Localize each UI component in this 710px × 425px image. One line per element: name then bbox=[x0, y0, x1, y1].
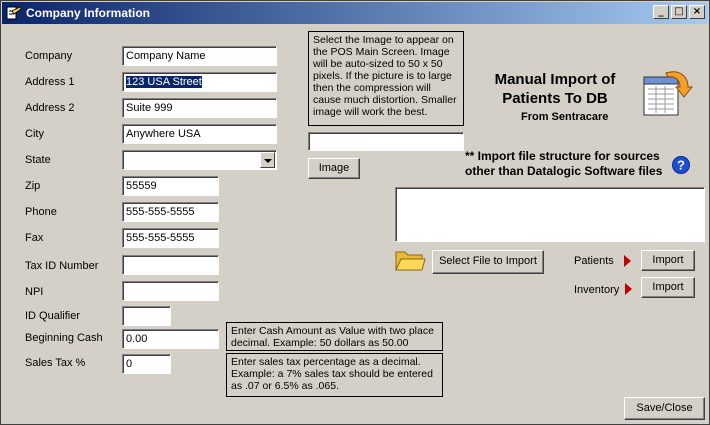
phone-label: Phone bbox=[25, 206, 57, 218]
address1-label: Address 1 bbox=[25, 76, 75, 88]
save-close-button[interactable]: Save/Close bbox=[624, 397, 705, 420]
import-heading-line2: Patients To DB bbox=[502, 90, 608, 107]
city-label: City bbox=[25, 128, 44, 140]
import-file-textarea[interactable] bbox=[395, 187, 705, 242]
id-qualifier-input[interactable] bbox=[122, 306, 171, 326]
inventory-arrow-icon bbox=[625, 283, 632, 295]
beginning-cash-label: Beginning Cash bbox=[25, 332, 103, 344]
structure-note-line2: other than Datalogic Software files bbox=[465, 164, 663, 178]
help-icon[interactable]: ? bbox=[672, 156, 690, 174]
import-heading: Manual Import of Patients To DB bbox=[489, 70, 621, 108]
minimize-button[interactable]: _ bbox=[653, 5, 669, 19]
svg-text:?: ? bbox=[677, 158, 685, 173]
import-from-label: From Sentracare bbox=[521, 111, 609, 123]
chevron-down-icon[interactable] bbox=[260, 152, 275, 168]
image-button[interactable]: Image bbox=[308, 158, 360, 179]
state-label: State bbox=[25, 154, 51, 166]
company-input[interactable]: Company Name bbox=[122, 46, 277, 66]
npi-input[interactable] bbox=[122, 281, 219, 301]
image-note: Select the Image to appear on the POS Ma… bbox=[308, 31, 464, 126]
sales-tax-label: Sales Tax % bbox=[25, 357, 86, 369]
beginning-cash-input[interactable]: 0.00 bbox=[122, 329, 219, 349]
maximize-button[interactable]: □ bbox=[671, 5, 687, 19]
sales-tax-input[interactable]: 0 bbox=[122, 354, 171, 374]
import-heading-line1: Manual Import of bbox=[494, 71, 616, 88]
tax-note: Enter sales tax percentage as a decimal.… bbox=[226, 353, 443, 397]
title-bar[interactable]: Company Information _ □ × bbox=[2, 2, 708, 24]
fax-label: Fax bbox=[25, 232, 44, 244]
close-button[interactable]: × bbox=[689, 5, 705, 19]
id-qualifier-label: ID Qualifier bbox=[25, 310, 81, 322]
tax-id-label: Tax ID Number bbox=[25, 260, 99, 272]
patients-arrow-icon bbox=[624, 255, 631, 267]
app-icon bbox=[6, 6, 22, 20]
inventory-label: Inventory bbox=[574, 284, 620, 296]
database-import-icon bbox=[643, 71, 694, 116]
city-input[interactable]: Anywhere USA bbox=[122, 124, 277, 144]
phone-input[interactable]: 555-555-5555 bbox=[122, 202, 219, 222]
import-patients-button[interactable]: Import bbox=[641, 250, 695, 271]
zip-input[interactable]: 55559 bbox=[122, 176, 219, 196]
image-path-input[interactable] bbox=[308, 132, 464, 151]
fax-input[interactable]: 555-555-5555 bbox=[122, 228, 219, 248]
company-info-window: Company Information _ □ × Company Addres… bbox=[0, 0, 710, 425]
state-select[interactable] bbox=[122, 150, 277, 170]
import-inventory-button[interactable]: Import bbox=[641, 277, 695, 298]
structure-note-line1: ** Import file structure for sources bbox=[465, 149, 660, 163]
cash-note: Enter Cash Amount as Value with two plac… bbox=[226, 322, 443, 351]
zip-label: Zip bbox=[25, 180, 41, 192]
company-label: Company bbox=[25, 50, 73, 62]
select-file-button[interactable]: Select File to Import bbox=[432, 250, 544, 274]
address1-selected-text: 123 USA Street bbox=[126, 76, 202, 88]
tax-id-input[interactable] bbox=[122, 255, 219, 275]
address2-input[interactable]: Suite 999 bbox=[122, 98, 277, 118]
window-title: Company Information bbox=[26, 6, 151, 20]
patients-label: Patients bbox=[574, 255, 614, 267]
folder-icon[interactable] bbox=[394, 246, 426, 274]
address1-input[interactable]: 123 USA Street bbox=[122, 72, 277, 92]
address2-label: Address 2 bbox=[25, 102, 75, 114]
npi-label: NPI bbox=[25, 286, 44, 298]
